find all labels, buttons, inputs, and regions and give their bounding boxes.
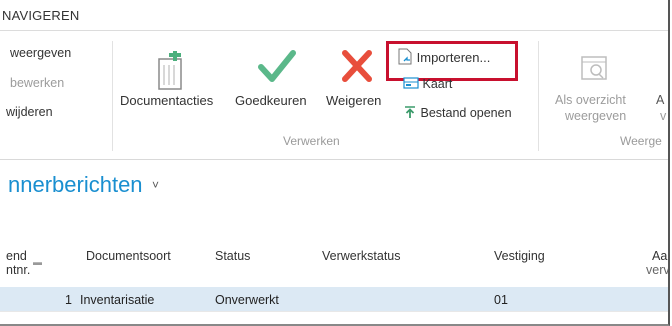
documentacties-label: Documentacties <box>120 93 214 108</box>
column-header-nr[interactable]: end ntnr. <box>6 249 30 277</box>
verwijderen-action[interactable]: wijderen <box>6 105 53 119</box>
page-title: nnerberichten <box>8 172 143 197</box>
ribbon-tab-bar: NAVIGEREN <box>0 0 668 31</box>
bewerken-action[interactable]: bewerken <box>10 76 64 90</box>
group-label-weergeven: Weerge <box>620 134 662 148</box>
column-header-aa-line2: verv <box>646 263 670 277</box>
open-file-icon <box>405 106 415 118</box>
column-header-vestiging[interactable]: Vestiging <box>494 249 545 263</box>
column-header-verwerkstatus[interactable]: Verwerkstatus <box>322 249 401 263</box>
als-overzicht-label-2: weergeven <box>565 109 627 123</box>
cut-action-label-v[interactable]: v <box>660 109 666 123</box>
row-divider <box>0 311 668 312</box>
cell-vestiging: 01 <box>494 293 508 307</box>
als-overzicht-label-1: Als overzicht <box>555 93 626 107</box>
ribbon: weergeven bewerken wijderen Documentacti… <box>0 31 668 160</box>
column-header-aa[interactable]: Aa verv <box>646 249 670 277</box>
kaart-button[interactable]: Kaart <box>403 76 452 91</box>
bestand-openen-label: Bestand openen <box>420 106 512 120</box>
column-header-status[interactable]: Status <box>215 249 250 263</box>
list-view-icon <box>581 56 607 80</box>
cell-status: Onverwerkt <box>215 293 279 307</box>
import-document-icon <box>398 48 412 65</box>
group-label-verwerken: Verwerken <box>283 134 340 148</box>
chevron-down-icon[interactable]: ˅ <box>152 178 159 192</box>
map-card-icon <box>403 77 419 89</box>
cell-nr: 1 <box>65 293 72 307</box>
importeren-button[interactable]: Importeren... <box>398 48 490 65</box>
checkmark-icon <box>258 50 296 82</box>
column-header-documentsoort[interactable]: Documentsoort <box>86 249 171 263</box>
column-header-nr-line1: end <box>6 249 27 263</box>
document-actions-icon <box>158 51 182 90</box>
bestand-openen-button[interactable]: Bestand openen <box>403 105 512 120</box>
goedkeuren-label: Goedkeuren <box>235 93 307 108</box>
importeren-label: Importeren... <box>416 50 491 65</box>
sort-icon[interactable]: ▬ <box>33 257 42 267</box>
app-frame: NAVIGEREN weergeven bewerken wijderen Do… <box>0 0 670 326</box>
cut-action-label-a[interactable]: A <box>656 93 664 107</box>
tab-navigeren[interactable]: NAVIGEREN <box>2 8 79 23</box>
weigeren-label: Weigeren <box>326 93 382 108</box>
x-icon <box>342 50 372 82</box>
cell-documentsoort: Inventarisatie <box>80 293 155 307</box>
ribbon-separator <box>112 41 113 151</box>
weergeven-action[interactable]: weergeven <box>10 46 71 60</box>
column-header-nr-line2: ntnr. <box>6 263 31 277</box>
ribbon-separator <box>538 41 539 151</box>
column-header-aa-line1: Aa <box>652 249 668 263</box>
kaart-label: Kaart <box>422 77 453 91</box>
